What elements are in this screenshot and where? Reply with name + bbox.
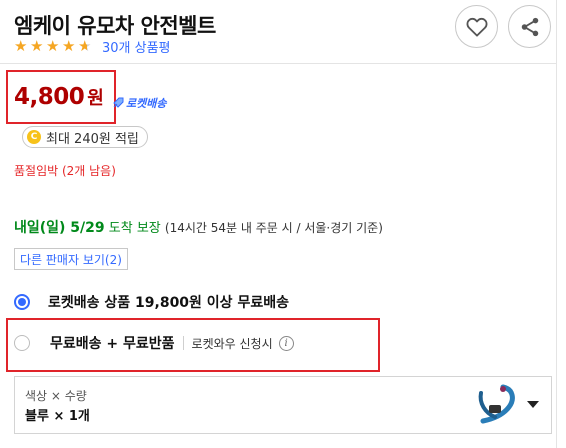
rocket-delivery-badge: 로켓배송: [112, 95, 166, 111]
stock-warning: 품절임박 (2개 남음): [14, 164, 116, 178]
shipping-option-label: 로켓배송 상품 19,800원 이상 무료배송: [48, 295, 289, 311]
share-button[interactable]: [508, 5, 551, 48]
info-icon[interactable]: i: [278, 335, 294, 351]
chevron-down-icon[interactable]: [527, 401, 539, 408]
cashback-text: 최대 240원 적립: [46, 131, 139, 147]
shipping-option-label: 무료배송 + 무료반품: [50, 336, 175, 352]
price-amount: 4,800: [14, 84, 85, 110]
delivery-note: (14시간 54분 내 주문 시 / 서울·경기 기준): [164, 221, 383, 235]
star-full-icon: ★: [30, 37, 44, 55]
star-full-icon: ★: [46, 37, 60, 55]
radio-button-checked[interactable]: [14, 294, 30, 310]
star-full-icon: ★: [14, 37, 28, 55]
option-select-value: 블루 × 1개: [25, 409, 90, 424]
wishlist-button[interactable]: [455, 5, 498, 48]
coin-icon: C: [27, 130, 41, 144]
rocket-wow-note: 로켓와우 신청시: [191, 336, 273, 351]
shipping-option-free[interactable]: 무료배송 + 무료반품 로켓와우 신청시 i: [14, 333, 294, 353]
radio-button-unchecked[interactable]: [14, 335, 30, 351]
product-title: 엠케이 유모차 안전벨트: [14, 14, 216, 38]
other-sellers-button[interactable]: 다른 판매자 보기(2): [14, 248, 128, 270]
separator: [182, 336, 184, 350]
header-divider: [0, 63, 557, 64]
price-unit: 원: [87, 88, 104, 109]
rocket-label: 로켓배송: [126, 97, 167, 110]
right-border: [556, 0, 557, 448]
product-thumbnail: [473, 383, 517, 427]
review-count-link[interactable]: 30개 상품평: [102, 37, 171, 56]
star-rating: ★ ★ ★ ★ ★: [14, 38, 94, 54]
share-icon: [521, 17, 538, 36]
heart-icon: [466, 17, 487, 37]
star-full-icon: ★: [62, 37, 76, 55]
shipping-option-rocket[interactable]: 로켓배송 상품 19,800원 이상 무료배송: [14, 292, 289, 312]
rating-row: ★ ★ ★ ★ ★ 30개 상품평: [14, 37, 171, 56]
option-select-dropdown[interactable]: 색상 × 수량 블루 × 1개: [14, 376, 552, 434]
option-select-key: 색상 × 수량: [25, 389, 87, 403]
sale-price: 4,800 원: [14, 84, 104, 110]
cashback-badge: C 최대 240원 적립: [22, 126, 148, 148]
delivery-date: 내일(일) 5/29: [14, 220, 105, 236]
delivery-info: 내일(일) 5/29 도착 보장 (14시간 54분 내 주문 시 / 서울·경…: [14, 217, 383, 237]
delivery-guarantee: 도착 보장: [108, 221, 161, 236]
rocket-icon: [113, 97, 124, 108]
star-half-icon: ★: [78, 38, 94, 54]
